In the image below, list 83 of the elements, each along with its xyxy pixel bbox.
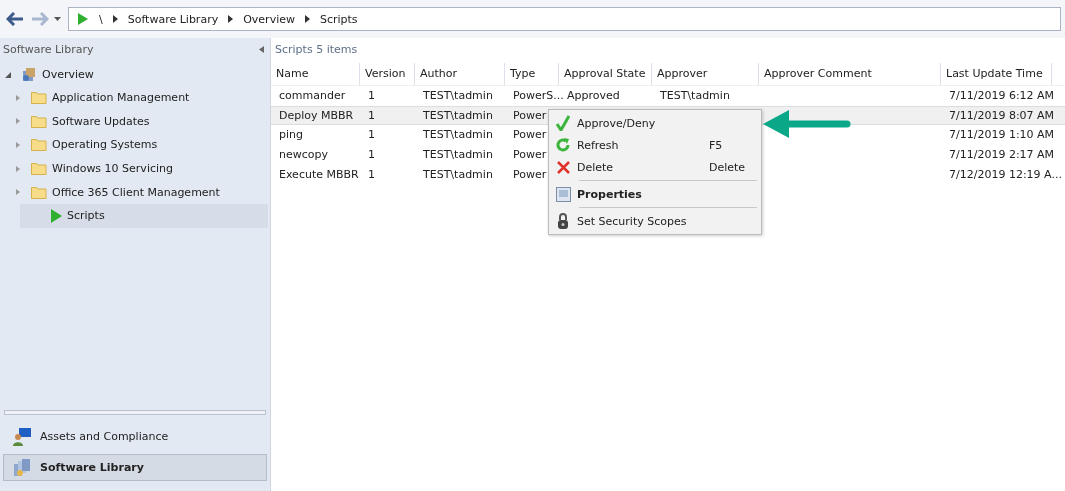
selected-tree-item[interactable]: Scripts: [20, 204, 268, 228]
table-cell: 1: [368, 167, 375, 181]
table-cell: Power: [513, 108, 547, 122]
breadcrumb-item[interactable]: Software Library: [127, 12, 219, 26]
tree-item-label: Operating Systems: [52, 138, 158, 152]
folder-icon: [31, 162, 47, 176]
menu-item[interactable]: Delete Delete: [549, 156, 761, 178]
list-title: Scripts 5 items: [274, 42, 359, 58]
pane-title: Software Library: [3, 43, 94, 56]
table-cell: TEST\tadmin: [423, 148, 493, 162]
chevron-icon[interactable]: [228, 15, 234, 23]
table-cell: 7/11/2019 1:10 AM: [949, 128, 1055, 142]
chevron-icon[interactable]: [304, 15, 310, 23]
tree-item[interactable]: Overview: [42, 68, 94, 82]
play-icon: [51, 208, 62, 223]
workspace-button[interactable]: Assets and Compliance: [3, 423, 267, 450]
column-header[interactable]: Approver: [652, 63, 759, 85]
tree-row[interactable]: Software Updates: [0, 109, 268, 134]
table-cell: Deploy MBBR: [279, 108, 354, 122]
table-cell: 1: [368, 108, 375, 122]
table-cell: Power: [513, 167, 547, 181]
column-header[interactable]: Approver Comment: [759, 63, 941, 85]
tree-row[interactable]: Office 365 Client Management: [0, 180, 268, 205]
table-cell: 7/11/2019 8:07 AM: [949, 108, 1055, 122]
properties-icon: [555, 186, 571, 202]
folder-icon: [31, 138, 47, 152]
table-cell: TEST\tadmin: [423, 89, 493, 103]
refresh-icon: [556, 138, 570, 152]
tree-item-label: Scripts: [67, 209, 105, 223]
menu-item[interactable]: Refresh F5: [549, 134, 761, 156]
table-cell: 7/11/2019 6:12 AM: [949, 89, 1055, 103]
tree-item-label: Windows 10 Servicing: [52, 162, 173, 176]
menu-item[interactable]: Approve/Deny: [549, 112, 761, 134]
column-header[interactable]: Approval State: [559, 63, 652, 85]
table-cell: newcopy: [279, 148, 328, 162]
column-header[interactable]: Author: [415, 63, 505, 85]
column-header[interactable]: Last Update Time: [941, 63, 1052, 85]
table-cell: PowerS...: [513, 89, 564, 103]
table-cell: TEST\tadmin: [423, 128, 493, 142]
address-bar[interactable]: \ Software Library Overview Scripts: [68, 7, 1061, 31]
library-icon: [12, 457, 32, 478]
table-cell: 1: [368, 128, 375, 142]
breadcrumb-item[interactable]: \: [99, 12, 103, 26]
dropdown-icon[interactable]: [54, 17, 61, 21]
table-cell: TEST\tadmin: [660, 89, 730, 103]
table-cell: 1: [368, 148, 375, 162]
lock-icon: [557, 213, 569, 229]
menu-item[interactable]: Set Security Scopes: [549, 210, 761, 232]
table-cell: 7/11/2019 2:17 AM: [949, 148, 1055, 162]
table-cell: 1: [368, 89, 375, 103]
tree-row[interactable]: Operating Systems: [0, 133, 268, 157]
column-header[interactable]: Version: [360, 63, 415, 85]
delete-icon: [556, 160, 570, 174]
table-cell: TEST\tadmin: [423, 167, 493, 181]
column-header[interactable]: Type: [505, 63, 559, 85]
computer-user-icon: [12, 426, 32, 447]
table-cell: Approved: [567, 89, 620, 103]
breadcrumb-item[interactable]: Scripts: [319, 12, 358, 26]
table-cell: Execute MBBR: [279, 167, 359, 181]
check-icon: [556, 115, 570, 131]
collapse-icon[interactable]: [259, 46, 264, 53]
workspace-button[interactable]: Software Library: [3, 454, 267, 481]
table-cell: ping: [279, 128, 303, 142]
tree-row[interactable]: Windows 10 Servicing: [0, 156, 268, 181]
menu-item[interactable]: Properties: [549, 183, 761, 205]
tree-item-label: Office 365 Client Management: [52, 185, 220, 199]
tree-item-label: Application Management: [52, 91, 190, 105]
column-header[interactable]: Name: [271, 63, 360, 85]
tree-item-label: Software Updates: [52, 114, 150, 128]
table-cell: Power: [513, 128, 547, 142]
table-cell: 7/12/2019 12:19 A...: [949, 167, 1062, 181]
expand-icon[interactable]: [5, 71, 11, 78]
folder-icon: [31, 114, 47, 128]
folder-icon: [31, 91, 47, 105]
overview-icon: [21, 66, 37, 83]
table-cell: commander: [279, 89, 346, 103]
table-cell: Power: [513, 148, 547, 162]
table-cell: TEST\tadmin: [423, 108, 493, 122]
chevron-icon[interactable]: [112, 15, 118, 23]
tree-row[interactable]: Application Management: [0, 85, 268, 110]
breadcrumb-item[interactable]: Overview: [243, 12, 295, 26]
play-icon: [77, 12, 89, 26]
folder-icon: [31, 185, 47, 199]
